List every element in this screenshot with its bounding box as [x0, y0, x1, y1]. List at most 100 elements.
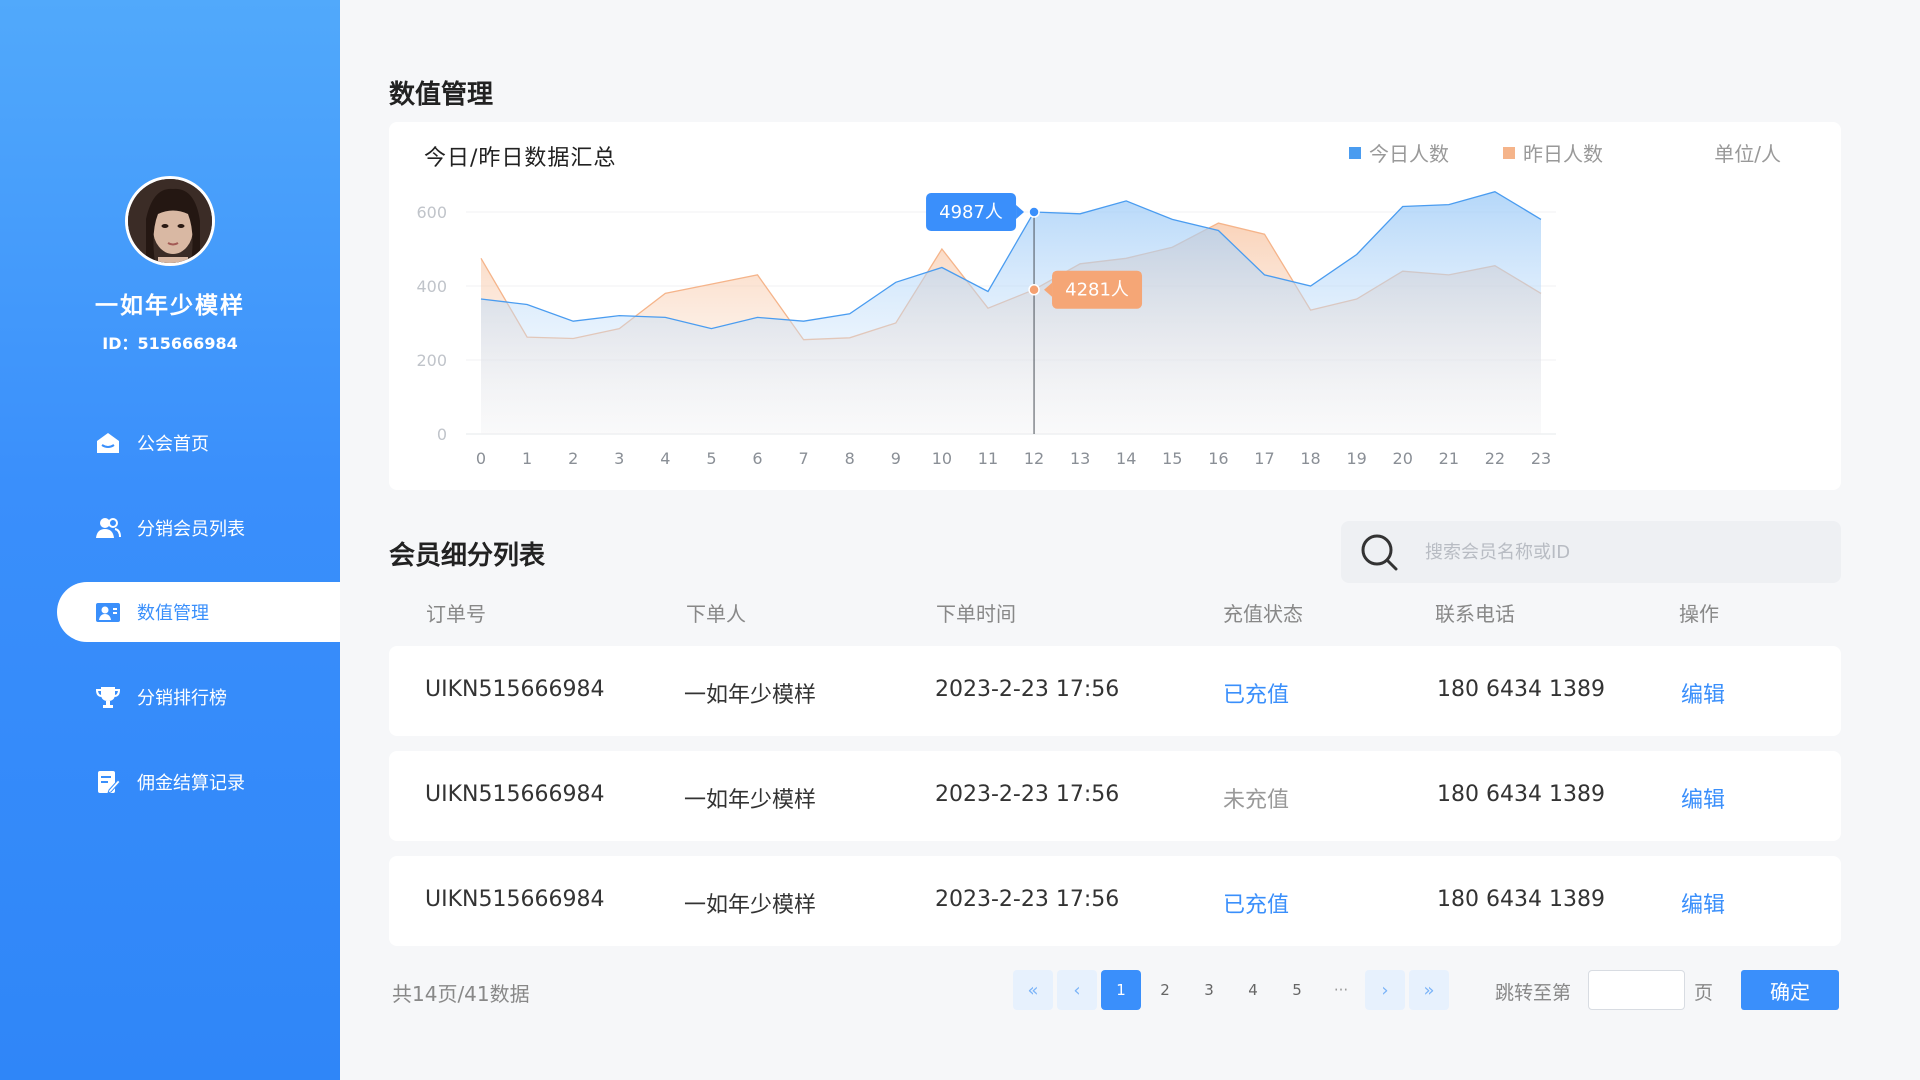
x-tick-label: 18 — [1300, 449, 1320, 468]
legend-today: 今日人数 — [1349, 138, 1449, 167]
order-number: UIKN515666984 — [425, 887, 605, 912]
sidebar-item-commission-records[interactable]: 佣金结算记录 — [0, 739, 340, 824]
x-tick-label: 12 — [1024, 449, 1044, 468]
x-tick-label: 13 — [1070, 449, 1090, 468]
legend-label-today: 今日人数 — [1369, 142, 1449, 166]
pagination: « ‹ 1 2 3 4 5 ··· › » — [1013, 970, 1453, 1010]
page-button[interactable]: 4 — [1233, 970, 1273, 1010]
sidebar-item-label: 数值管理 — [137, 603, 209, 624]
page-button[interactable]: 3 — [1189, 970, 1229, 1010]
edit-link[interactable]: 编辑 — [1681, 677, 1725, 709]
x-tick-label: 8 — [845, 449, 855, 468]
x-tick-label: 17 — [1254, 449, 1274, 468]
highlight-point-today — [1028, 206, 1040, 218]
chart-card: 0 200 400 600 0 1 2 3 4 5 6 7 8 9 10 11 12 13 14 15 16 17 18 19… — [389, 122, 1841, 490]
table-header: 订单号 下单人 下单时间 充值状态 联系电话 操作 — [389, 598, 1841, 638]
jump-page-input[interactable] — [1588, 970, 1685, 1010]
document-edit-icon — [98, 770, 121, 794]
sidebar-item-data-management[interactable]: 数值管理 — [57, 582, 340, 642]
y-tick-label: 400 — [416, 277, 447, 296]
legend-label-yesterday: 昨日人数 — [1523, 142, 1603, 166]
search-input[interactable] — [1425, 541, 1805, 563]
column-header: 联系电话 — [1435, 602, 1515, 626]
order-user: 一如年少模样 — [684, 683, 817, 708]
avatar[interactable] — [125, 176, 215, 266]
y-tick-label: 600 — [416, 203, 447, 222]
x-tick-label: 20 — [1393, 449, 1413, 468]
edit-link[interactable]: 编辑 — [1681, 782, 1725, 814]
order-number: UIKN515666984 — [425, 782, 605, 807]
column-header: 操作 — [1679, 602, 1719, 626]
page-title: 数值管理 — [389, 80, 494, 110]
phone-number: 180 6434 1389 — [1437, 887, 1605, 912]
sidebar-item-label: 公会首页 — [137, 433, 209, 455]
order-user: 一如年少模样 — [684, 788, 817, 813]
column-header: 充值状态 — [1223, 602, 1303, 626]
x-tick-label: 1 — [522, 449, 532, 468]
page-button[interactable]: 5 — [1277, 970, 1317, 1010]
y-tick-label: 200 — [416, 351, 447, 370]
recharge-status: 已充值 — [1223, 893, 1290, 918]
sidebar-nav: 公会首页 分销会员列表 数值管理 分销排行榜 佣金结算记录 — [0, 400, 340, 824]
jump-label: 跳转至第 — [1495, 982, 1572, 1004]
edit-link[interactable]: 编辑 — [1681, 887, 1725, 919]
x-tick-label: 9 — [891, 449, 901, 468]
chart-title: 今日/昨日数据汇总 — [424, 146, 617, 171]
x-tick-label: 23 — [1531, 449, 1551, 468]
x-tick-label: 2 — [568, 449, 578, 468]
double-chevron-left-icon: « — [1027, 979, 1039, 1001]
page-button[interactable]: 1 — [1101, 970, 1141, 1010]
area-chart: 02004006000 1 2 3 4 5 6 7 8 9 10 11 12 13 14 15 16 17 18 19… — [416, 190, 1556, 468]
x-tick-label: 5 — [706, 449, 716, 468]
order-user: 一如年少模样 — [684, 893, 817, 918]
sidebar-item-label: 佣金结算记录 — [137, 772, 245, 794]
table-row: UIKN515666984 一如年少模样 2023-2-23 17:56 已充值… — [389, 856, 1841, 946]
phone-number: 180 6434 1389 — [1437, 677, 1605, 702]
sidebar-item-ranking[interactable]: 分销排行榜 — [0, 654, 340, 739]
x-tick-label: 4 — [660, 449, 670, 468]
x-tick-label: 6 — [752, 449, 762, 468]
tooltip-today-label: 4987人 — [939, 202, 1003, 223]
sidebar-item-label: 分销排行榜 — [137, 687, 227, 709]
confirm-button[interactable]: 确定 — [1741, 970, 1839, 1010]
legend-swatch-today — [1349, 146, 1361, 159]
sidebar-item-member-list[interactable]: 分销会员列表 — [0, 485, 340, 570]
column-header: 订单号 — [426, 602, 486, 626]
tooltip-today-arrow — [1016, 205, 1025, 219]
home-icon — [97, 432, 119, 453]
phone-number: 180 6434 1389 — [1437, 782, 1605, 807]
avatar-image — [128, 179, 212, 263]
prev-page-button[interactable]: ‹ — [1057, 970, 1097, 1010]
search-box[interactable] — [1341, 521, 1841, 583]
chevron-right-icon: › — [1381, 979, 1389, 1001]
order-number: UIKN515666984 — [425, 677, 605, 702]
order-time: 2023-2-23 17:56 — [935, 782, 1120, 807]
y-tick-label: 0 — [437, 425, 447, 444]
column-header: 下单时间 — [936, 602, 1016, 626]
first-page-button[interactable]: « — [1013, 970, 1053, 1010]
list-title: 会员细分列表 — [389, 541, 546, 571]
sidebar-item-guild-home[interactable]: 公会首页 — [0, 400, 340, 485]
x-tick-label: 15 — [1162, 449, 1182, 468]
next-page-button[interactable]: › — [1365, 970, 1405, 1010]
last-page-button[interactable]: » — [1409, 970, 1449, 1010]
chart-unit: 单位/人 — [1714, 142, 1781, 166]
sidebar: 一如年少模样 ID：515666984 公会首页 分销会员列表 数值管理 分销排… — [0, 0, 340, 1080]
recharge-status: 已充值 — [1223, 683, 1290, 708]
x-tick-label: 14 — [1116, 449, 1136, 468]
order-time: 2023-2-23 17:56 — [935, 677, 1120, 702]
double-chevron-right-icon: » — [1423, 979, 1435, 1001]
chart-user-icon — [96, 603, 120, 622]
search-icon — [1361, 534, 1398, 571]
legend-yesterday: 昨日人数 — [1503, 138, 1603, 167]
chevron-left-icon: ‹ — [1073, 979, 1081, 1001]
page-button[interactable]: 2 — [1145, 970, 1185, 1010]
order-time: 2023-2-23 17:56 — [935, 887, 1120, 912]
page-word: 页 — [1694, 982, 1714, 1004]
x-tick-label: 11 — [978, 449, 998, 468]
x-tick-label: 0 — [476, 449, 486, 468]
legend-swatch-yesterday — [1503, 146, 1515, 159]
x-tick-label: 3 — [614, 449, 624, 468]
table-row: UIKN515666984 一如年少模样 2023-2-23 17:56 已充值… — [389, 646, 1841, 736]
x-tick-label: 19 — [1346, 449, 1366, 468]
